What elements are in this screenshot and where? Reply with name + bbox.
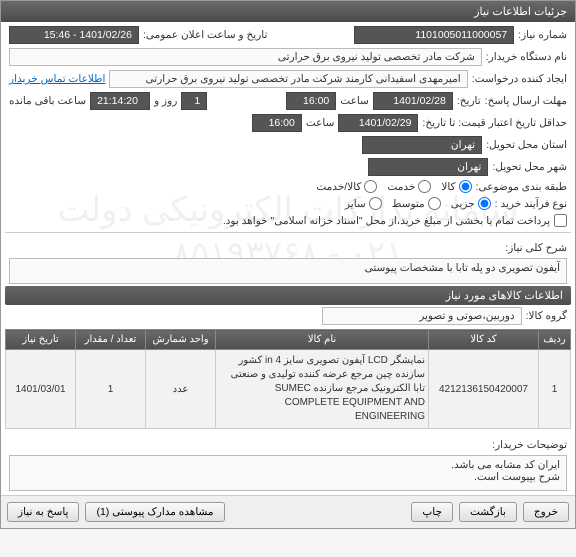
- th-name: نام کالا: [216, 330, 429, 350]
- label-remaining: ساعت باقی مانده: [9, 95, 86, 107]
- row-deadline: مهلت ارسال پاسخ: تاریخ: 1401/02/28 ساعت …: [5, 90, 571, 112]
- th-code: کد کالا: [429, 330, 539, 350]
- check-pay-note-input[interactable]: [554, 214, 567, 227]
- radio-service-label: خدمت: [387, 181, 415, 193]
- field-need-no: 1101005011000057: [354, 26, 514, 44]
- label-creator: ایجاد کننده درخواست:: [472, 73, 567, 85]
- row-valid: حداقل تاریخ اعتبار قیمت: تا تاریخ: 1401/…: [5, 112, 571, 134]
- table-row: 1 4212136150420007 نمایشگر LCD آیفون تصو…: [6, 350, 571, 429]
- cell-unit: عدد: [146, 350, 216, 429]
- label-category: طبقه بندی موضوعی:: [476, 181, 567, 193]
- cell-date: 1401/03/01: [6, 350, 76, 429]
- row-goods-group: گروه کالا: دوربین،صوتی و تصویر: [5, 305, 571, 327]
- respond-button[interactable]: پاسخ به نیاز: [7, 502, 79, 522]
- radio-medium[interactable]: متوسط: [392, 197, 441, 210]
- label-hour-word-1: ساعت: [340, 95, 369, 107]
- field-deadline-date: 1401/02/28: [373, 92, 453, 110]
- field-city: تهران: [368, 158, 488, 176]
- header-goods-info: اطلاعات کالاهای مورد نیاز: [5, 286, 571, 305]
- window: جزئیات اطلاعات نیاز سامانه تدارکات الکتر…: [0, 0, 576, 529]
- label-deadline: مهلت ارسال پاسخ:: [485, 95, 567, 107]
- label-buyer-notes: توضیحات خریدار:: [492, 435, 567, 451]
- field-announce: 1401/02/26 - 15:46: [9, 26, 139, 44]
- radio-medium-label: متوسط: [392, 198, 425, 210]
- th-row: ردیف: [539, 330, 571, 350]
- label-announce: تاریخ و ساعت اعلان عمومی:: [143, 29, 267, 41]
- field-goods-group: دوربین،صوتی و تصویر: [322, 307, 522, 325]
- radio-small-label: جزیی: [451, 198, 475, 210]
- radio-small-input[interactable]: [478, 197, 491, 210]
- radio-group-category: کالا خدمت کالا/خدمت: [316, 180, 471, 193]
- th-unit: واحد شمارش: [146, 330, 216, 350]
- label-day-hour: روز و: [154, 95, 177, 107]
- back-button[interactable]: بازگشت: [459, 502, 517, 522]
- radio-small[interactable]: جزیی: [451, 197, 491, 210]
- row-need-desc: شرح کلی نیاز: آیفون تصویری دو پله تابا ب…: [5, 236, 571, 286]
- row-buyer: نام دستگاه خریدار: شرکت مادر تخصصی تولید…: [5, 46, 571, 68]
- label-goods-group: گروه کالا:: [526, 310, 567, 322]
- content-area: سامانه تدارکات الکترونیکی دولت ۰۲۱ - ۸۵۱…: [1, 22, 575, 495]
- check-pay-note[interactable]: پرداخت تمام یا بخشی از مبلغ خرید،از محل …: [223, 214, 567, 227]
- field-need-desc: آیفون تصویری دو پله تابا با مشخصات پیوست…: [9, 258, 567, 284]
- row-category: طبقه بندی موضوعی: کالا خدمت کالا/خدمت: [5, 178, 571, 195]
- row-need-no: شماره نیاز: 1101005011000057 تاریخ و ساع…: [5, 24, 571, 46]
- label-hour-word-2: ساعت: [306, 117, 335, 129]
- radio-service[interactable]: خدمت: [387, 180, 431, 193]
- cell-qty: 1: [76, 350, 146, 429]
- titlebar: جزئیات اطلاعات نیاز: [1, 1, 575, 22]
- field-province: تهران: [362, 136, 482, 154]
- check-pay-note-label: پرداخت تمام یا بخشی از مبلغ خرید،از محل …: [223, 215, 550, 227]
- field-valid-date: 1401/02/29: [338, 114, 418, 132]
- field-buyer-notes: ایران کد مشابه می باشد. شرح بپیوست است.: [9, 455, 567, 491]
- radio-goods-input[interactable]: [459, 180, 472, 193]
- label-need-no: شماره نیاز:: [518, 29, 567, 41]
- separator-1: [5, 232, 571, 233]
- row-buyer-notes: توضیحات خریدار: ایران کد مشابه می باشد. …: [5, 433, 571, 493]
- row-creator: ایجاد کننده درخواست: امیرمهدی اسفیدانی ک…: [5, 68, 571, 90]
- row-city: شهر محل تحویل: تهران: [5, 156, 571, 178]
- radio-goods[interactable]: کالا: [441, 180, 471, 193]
- window-title: جزئیات اطلاعات نیاز: [474, 6, 567, 18]
- radio-other-input[interactable]: [369, 197, 382, 210]
- print-button[interactable]: چاپ: [411, 502, 453, 522]
- field-valid-time: 16:00: [252, 114, 302, 132]
- cell-code: 4212136150420007: [429, 350, 539, 429]
- row-buy-type: نوع فرآیند خرید : جزیی متوسط سایر پرداخت…: [5, 195, 571, 229]
- radio-service-input[interactable]: [418, 180, 431, 193]
- field-remain-days: 1: [181, 92, 207, 110]
- row-province: استان محل تحویل: تهران: [5, 134, 571, 156]
- label-date-word: تاریخ:: [457, 95, 481, 107]
- link-contact[interactable]: اطلاعات تماس خریدار: [9, 73, 105, 85]
- field-creator: امیرمهدی اسفیدانی کارمند شرکت مادر تخصصی…: [109, 70, 467, 88]
- label-city: شهر محل تحویل:: [492, 161, 567, 173]
- radio-goods-label: کالا: [441, 181, 455, 193]
- radio-other-label: سایر: [345, 198, 366, 210]
- radio-group-buy: جزیی متوسط سایر: [345, 197, 491, 210]
- radio-both[interactable]: کالا/خدمت: [316, 180, 377, 193]
- th-date: تاریخ نیاز: [6, 330, 76, 350]
- label-province: استان محل تحویل:: [486, 139, 567, 151]
- label-buy-type: نوع فرآیند خرید :: [495, 198, 567, 210]
- cell-row: 1: [539, 350, 571, 429]
- attachments-button[interactable]: مشاهده مدارک پیوستی (1): [85, 502, 224, 522]
- cell-name: نمایشگر LCD آیفون تصویری سایز in 4 کشور …: [216, 350, 429, 429]
- label-buyer: نام دستگاه خریدار:: [486, 51, 567, 63]
- field-remain-time: 21:14:20: [90, 92, 150, 110]
- radio-other[interactable]: سایر: [345, 197, 382, 210]
- th-qty: تعداد / مقدار: [76, 330, 146, 350]
- table-header-row: ردیف کد کالا نام کالا واحد شمارش تعداد /…: [6, 330, 571, 350]
- label-need-desc: شرح کلی نیاز:: [505, 238, 567, 254]
- footer: خروج بازگشت چاپ مشاهده مدارک پیوستی (1) …: [1, 495, 575, 528]
- goods-table: ردیف کد کالا نام کالا واحد شمارش تعداد /…: [5, 329, 571, 429]
- radio-both-label: کالا/خدمت: [316, 181, 361, 193]
- radio-medium-input[interactable]: [428, 197, 441, 210]
- label-min-valid: حداقل تاریخ اعتبار قیمت: تا تاریخ:: [422, 117, 567, 129]
- exit-button[interactable]: خروج: [523, 502, 569, 522]
- field-buyer: شرکت مادر تخصصی تولید نیروی برق حرارتی: [9, 48, 482, 66]
- radio-both-input[interactable]: [364, 180, 377, 193]
- field-deadline-time: 16:00: [286, 92, 336, 110]
